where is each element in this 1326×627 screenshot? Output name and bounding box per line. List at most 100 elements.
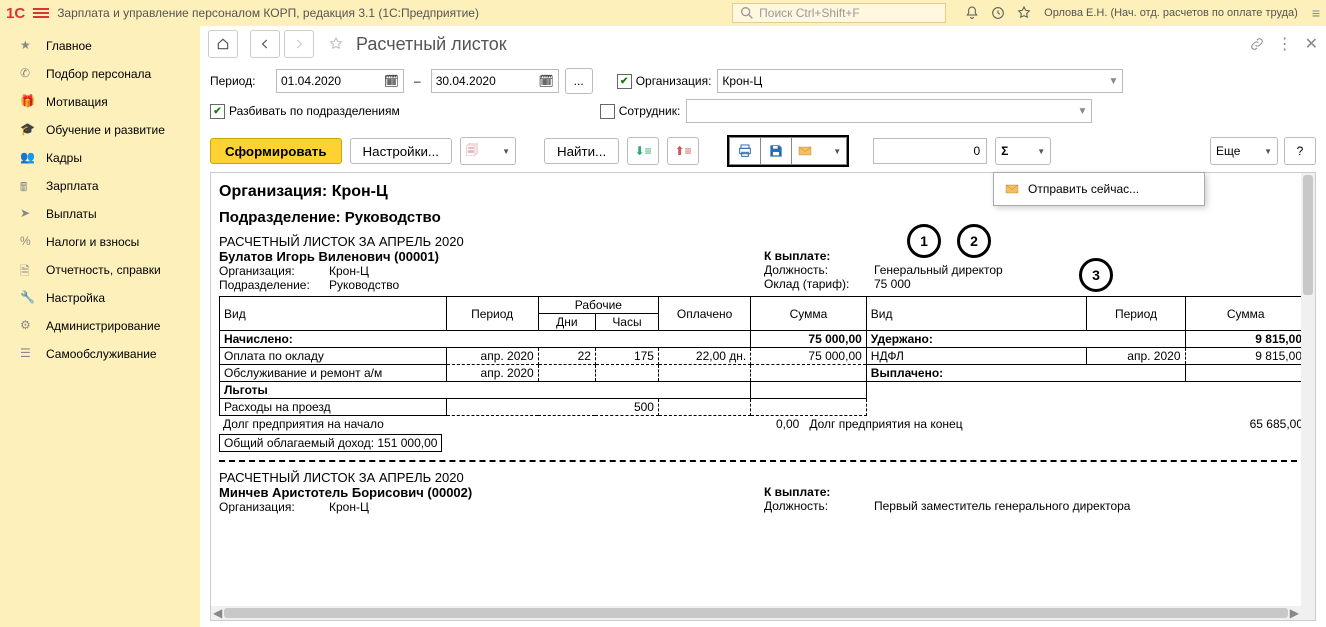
main-area: Расчетный листок ⋮ ✕ Период: 01.04.2020🗓…: [200, 26, 1326, 627]
form-button[interactable]: Сформировать: [210, 138, 342, 164]
calendar-icon[interactable]: 🗓: [538, 74, 553, 88]
emp-checkbox[interactable]: [600, 104, 615, 119]
hamburger-icon[interactable]: [33, 8, 49, 18]
td: 65 685,00: [1169, 416, 1307, 432]
history-icon[interactable]: [990, 5, 1006, 21]
sidebar-item-self[interactable]: ☰Самообслуживание: [0, 340, 200, 368]
kebab-icon[interactable]: ⋮: [1277, 34, 1293, 54]
calc-icon: 🖩: [20, 178, 36, 194]
sidebar-item-reports[interactable]: 🗎Отчетность, справки: [0, 256, 200, 284]
td: 175: [595, 348, 658, 365]
date-from-input[interactable]: 01.04.2020🗓: [276, 69, 404, 93]
org-combo[interactable]: Крон-Ц▼: [717, 69, 1123, 93]
sigma-button[interactable]: Σ▼: [995, 137, 1051, 165]
org-checkbox[interactable]: ✔: [617, 74, 632, 89]
kv-v: Первый заместитель генерального директор…: [874, 499, 1130, 513]
print-button[interactable]: [729, 137, 760, 165]
bell-icon[interactable]: [964, 5, 980, 21]
printer-icon: [737, 143, 753, 159]
slip-title: РАСЧЕТНЫЙ ЛИСТОК ЗА АПРЕЛЬ 2020: [219, 470, 1307, 485]
sidebar-item-hr[interactable]: 👥 Кадры: [0, 144, 200, 172]
split-checkbox[interactable]: ✔: [210, 104, 225, 119]
chevron-down-icon: ▼: [1264, 147, 1272, 156]
forward-button[interactable]: [284, 30, 314, 58]
help-button[interactable]: ?: [1284, 137, 1316, 165]
mail-dropdown: Отправить сейчас...: [993, 172, 1205, 206]
emp-checkbox-wrap: Сотрудник:: [600, 104, 681, 119]
page-title: Расчетный листок: [356, 34, 507, 55]
sidebar-label: Администрирование: [46, 319, 160, 333]
sidebar-item-recruit[interactable]: ✆Подбор персонала: [0, 60, 200, 88]
org-checkbox-wrap: ✔ Организация:: [617, 74, 712, 89]
search-placeholder: Поиск Ctrl+Shift+F: [759, 6, 860, 20]
params: Период: 01.04.2020🗓 – 30.04.2020🗓 ... ✔ …: [200, 62, 1326, 130]
find-button[interactable]: Найти...: [544, 138, 619, 164]
sidebar-label: Зарплата: [46, 179, 99, 193]
kv-v: Генеральный директор: [874, 263, 1003, 277]
sidebar-label: Налоги и взносы: [46, 235, 139, 249]
td: Льготы: [220, 382, 751, 399]
date-to-value: 30.04.2020: [436, 74, 496, 88]
save-button[interactable]: [760, 137, 791, 165]
gear-icon: ⚙: [20, 318, 36, 334]
toolbar: Сформировать Настройки... 🗐▼ Найти... ⬇≡…: [200, 130, 1326, 172]
sidebar-item-motivation[interactable]: 🎁Мотивация: [0, 88, 200, 116]
collapse-groups-button[interactable]: ⬆≡: [667, 137, 699, 165]
td: Выплачено:: [866, 365, 1185, 382]
th: Период: [1087, 297, 1185, 331]
favorite-icon[interactable]: [328, 36, 344, 52]
kv-v: Крон-Ц: [329, 500, 369, 514]
search-icon: [739, 5, 755, 21]
link-icon[interactable]: [1249, 36, 1265, 52]
scrollbar-vertical[interactable]: [1301, 173, 1315, 620]
variant-button[interactable]: 🗐▼: [460, 137, 516, 165]
report-area[interactable]: Организация: Крон-Ц Подразделение: Руков…: [210, 172, 1316, 621]
td: апр. 2020: [446, 348, 538, 365]
more-button[interactable]: Еще▼: [1210, 137, 1278, 165]
th: Оплачено: [658, 297, 750, 331]
sum-input[interactable]: 0: [873, 138, 987, 164]
sidebar-item-main[interactable]: ★Главное: [0, 32, 200, 60]
sidebar-label: Настройка: [46, 291, 105, 305]
taxable-table: Общий облагаемый доход: 151 000,00: [219, 434, 442, 452]
slip-title: РАСЧЕТНЫЙ ЛИСТОК ЗА АПРЕЛЬ 2020: [219, 234, 1307, 249]
star-icon[interactable]: [1016, 5, 1032, 21]
wallet-icon: ➤: [20, 206, 36, 222]
period-more-button[interactable]: ...: [565, 68, 593, 94]
th: Сумма: [751, 297, 867, 331]
emp-combo[interactable]: ▼: [686, 99, 1092, 123]
sidebar-item-taxes[interactable]: % Налоги и взносы: [0, 228, 200, 256]
debt-table: Долг предприятия на начало 0,00 Долг пре…: [219, 416, 1307, 432]
sidebar-item-admin[interactable]: ⚙ Администрирование: [0, 312, 200, 340]
sidebar-item-education[interactable]: 🎓Обучение и развитие: [0, 116, 200, 144]
close-icon[interactable]: ✕: [1305, 34, 1318, 54]
settings-button[interactable]: Настройки...: [350, 138, 452, 164]
home-button[interactable]: [208, 30, 238, 58]
sidebar-item-salary[interactable]: 🖩 Зарплата: [0, 172, 200, 200]
search-input[interactable]: Поиск Ctrl+Shift+F: [732, 3, 946, 23]
scrollbar-horizontal[interactable]: ◀▶: [211, 606, 1315, 620]
mail-button[interactable]: ▼: [791, 137, 847, 165]
people-icon: 👥: [20, 150, 36, 166]
expand-groups-button[interactable]: ⬇≡: [627, 137, 659, 165]
mail-icon: [797, 143, 813, 159]
sidebar-item-settings[interactable]: 🔧Настройка: [0, 284, 200, 312]
th: Сумма: [1185, 297, 1306, 331]
send-now-item[interactable]: Отправить сейчас...: [994, 177, 1204, 201]
period-label: Период:: [210, 74, 270, 88]
th: Часы: [595, 314, 658, 331]
td: 9 815,00: [1185, 348, 1306, 365]
separator: [219, 460, 1307, 462]
calendar-icon[interactable]: 🗓: [384, 74, 399, 88]
date-to-input[interactable]: 30.04.2020 🗓: [431, 69, 559, 93]
sidebar-item-payments[interactable]: ➤Выплаты: [0, 200, 200, 228]
sidebar-label: Кадры: [46, 151, 82, 165]
back-button[interactable]: [250, 30, 280, 58]
th: Дни: [538, 314, 595, 331]
settings-bars-icon[interactable]: ≡: [1312, 5, 1320, 21]
header-bar: Расчетный листок ⋮ ✕: [200, 26, 1326, 62]
collapse-icon: ⬆≡: [675, 144, 692, 158]
percent-icon: %: [20, 234, 36, 250]
kv-k: К выплате:: [764, 249, 874, 263]
mail-icon: [1004, 181, 1020, 197]
